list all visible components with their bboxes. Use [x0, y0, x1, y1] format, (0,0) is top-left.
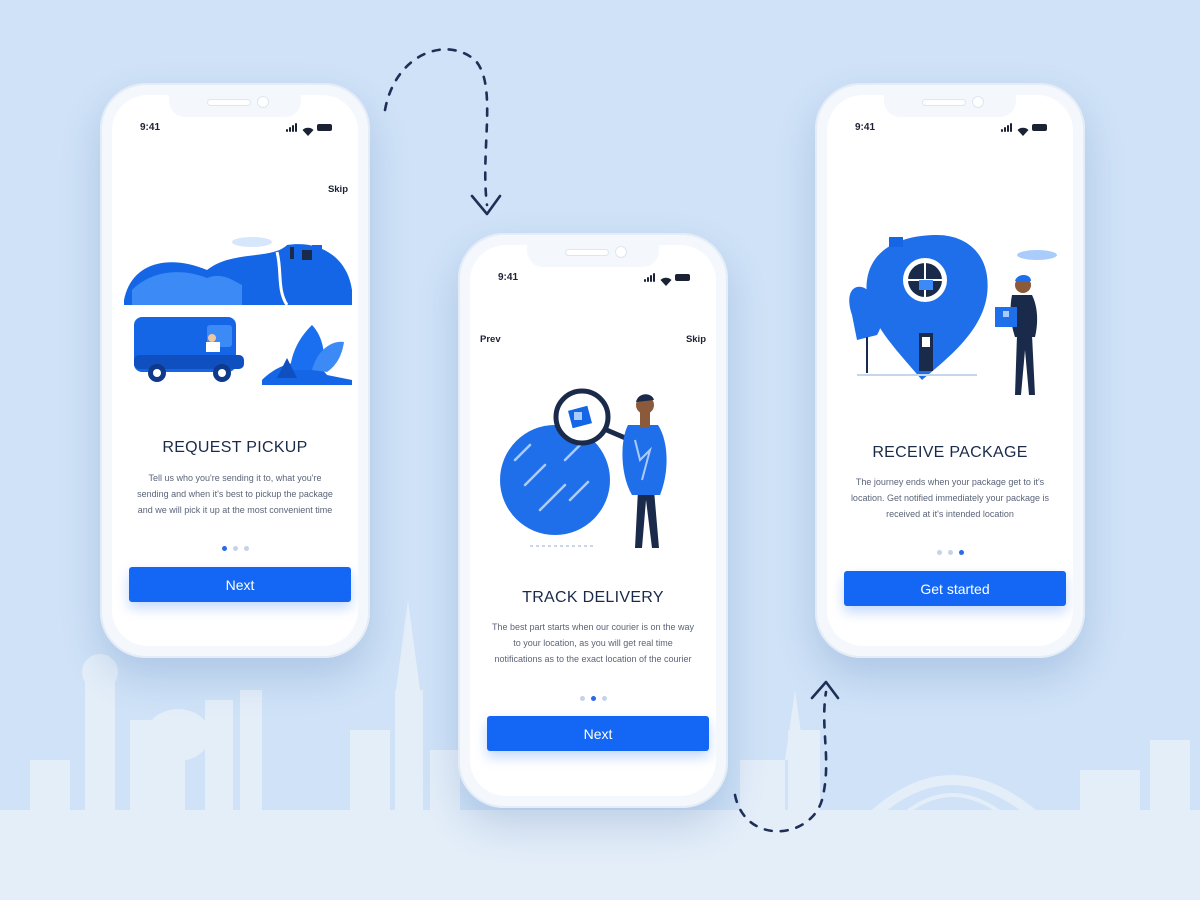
next-button[interactable]: Next — [487, 716, 709, 751]
delivery-van-illustration — [124, 237, 352, 385]
onboarding-screen-1: 9:41 Skip REQUEST PICKUP Tell us who you… — [112, 95, 358, 646]
battery-icon — [317, 124, 332, 131]
battery-icon — [1032, 124, 1047, 131]
front-camera — [972, 96, 984, 108]
screen-title: REQUEST PICKUP — [162, 439, 308, 456]
status-icons — [1001, 123, 1047, 136]
wifi-icon — [302, 123, 314, 136]
speaker-grille — [207, 99, 251, 106]
phone-request-pickup: 9:41 Skip REQUEST PICKUP Tell us who you… — [100, 83, 370, 658]
onboarding-screen-3: 9:41 RECEIVE PACKAGE The journey ends wh… — [827, 95, 1073, 646]
screen-title: RECEIVE PACKAGE — [872, 444, 1028, 461]
pagination-dots — [112, 546, 358, 552]
page-dot-1[interactable] — [221, 546, 227, 551]
signal-icon — [1001, 123, 1013, 132]
front-camera — [257, 96, 269, 108]
pagination-dots — [827, 550, 1073, 556]
pagination-dots — [470, 696, 716, 702]
screen-title: TRACK DELIVERY — [522, 589, 664, 606]
phone-notch — [169, 95, 301, 117]
tracking-courier-illustration — [500, 388, 667, 548]
status-time: 9:41 — [498, 272, 519, 283]
page-dot-2[interactable] — [947, 550, 953, 555]
screen-description: The journey ends when your package get t… — [850, 477, 1050, 519]
page-dot-3[interactable] — [958, 550, 964, 555]
phone-receive-package: 9:41 RECEIVE PACKAGE The journey ends wh… — [815, 83, 1085, 658]
battery-icon — [675, 274, 690, 281]
wifi-icon — [1017, 123, 1029, 136]
status-time: 9:41 — [140, 122, 161, 133]
prev-button[interactable]: Prev — [480, 334, 501, 345]
phone-notch — [527, 245, 659, 267]
speaker-grille — [922, 99, 966, 106]
page-dot-1[interactable] — [579, 696, 585, 701]
flow-arrow-1 — [383, 48, 489, 207]
status-time: 9:41 — [855, 122, 876, 133]
wifi-icon — [660, 273, 672, 286]
next-button[interactable]: Next — [129, 567, 351, 602]
screen-description: The best part starts when our courier is… — [491, 622, 695, 664]
skip-button[interactable]: Skip — [686, 334, 706, 345]
phone-track-delivery: 9:41 Prev Skip TRACK DELIVERY The best p… — [458, 233, 728, 808]
page-dot-3[interactable] — [601, 696, 607, 701]
signal-icon — [286, 123, 298, 132]
front-camera — [615, 246, 627, 258]
phone-notch — [884, 95, 1016, 117]
page-dot-2[interactable] — [590, 696, 596, 701]
package-received-illustration — [849, 235, 1057, 395]
page-dot-2[interactable] — [232, 546, 238, 551]
skip-button[interactable]: Skip — [328, 184, 348, 195]
signal-icon — [644, 273, 656, 282]
page-dot-3[interactable] — [243, 546, 249, 551]
onboarding-screen-2: 9:41 Prev Skip TRACK DELIVERY The best p… — [470, 245, 716, 796]
status-icons — [286, 123, 332, 136]
speaker-grille — [565, 249, 609, 256]
get-started-button[interactable]: Get started — [844, 571, 1066, 606]
page-dot-1[interactable] — [936, 550, 942, 555]
screen-description: Tell us who you're sending it to, what y… — [137, 473, 333, 515]
status-icons — [644, 273, 690, 286]
